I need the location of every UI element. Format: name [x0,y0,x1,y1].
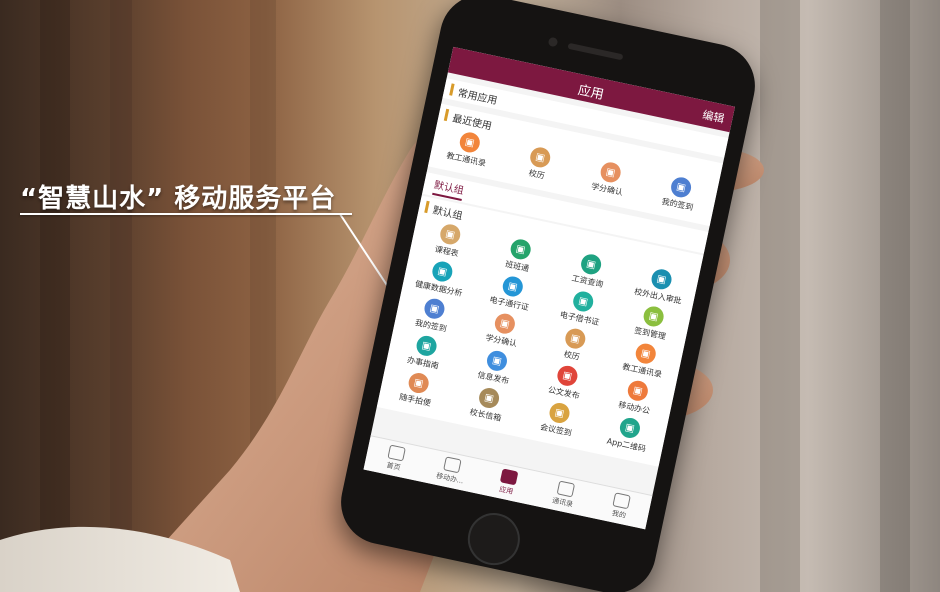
app-label: 学分确认 [590,181,624,198]
app-icon: ▣ [579,252,603,277]
app-label: 课程表 [433,244,460,259]
app-icon: ▣ [528,145,553,170]
app-icon: ▣ [500,274,525,299]
app-label: 校历 [562,349,581,362]
app-icon: ▣ [669,175,693,200]
app-icon: ▣ [649,267,674,292]
nav-icon [612,492,632,510]
app-label: 移动办公 [617,400,651,416]
nav-label: 移动办... [435,471,465,486]
app-label: 随手拍便 [398,392,432,408]
app-label: 我的签到 [660,196,695,213]
caption-underline [20,213,352,215]
app-label: 公文发布 [547,385,581,401]
app-icon: ▣ [641,304,666,329]
accent-bar [424,200,430,214]
app-label: 校长信箱 [468,407,503,423]
photo-scene: “智慧山水” 移动服务平台 应用 编辑 常用应用 最近使用 ▣ 教工通讯录 ▣ 校历 ▣… [0,0,940,592]
app-icon: ▣ [625,378,650,403]
caption-title: “智慧山水” 移动服务平台 [20,184,337,214]
section-title: 常用应用 [456,87,499,107]
nav-icon [499,468,519,486]
app-icon: ▣ [485,348,509,373]
app-label: 签到管理 [633,325,667,342]
app-label: 电子通行证 [488,295,530,313]
nav-icon [556,480,575,498]
nav-label: 我的 [611,509,627,520]
app-icon: ▣ [422,296,447,321]
app-icon: ▣ [618,416,642,440]
app-label: 校历 [527,168,546,181]
app-label: 办事指南 [406,355,440,371]
app-icon: ▣ [571,289,596,314]
app-icon: ▣ [406,371,431,395]
app-label: 教工通讯录 [445,150,487,169]
app-icon: ▣ [414,334,439,358]
nav-label: 应用 [498,485,514,496]
app-label: 我的签到 [414,318,448,334]
accent-bar [449,83,455,96]
app-label: 电子借书证 [559,310,601,328]
app-label: 信息发布 [476,370,510,386]
app-label: 教工通讯录 [621,362,663,380]
app-icon: ▣ [477,386,501,410]
app-icon: ▣ [563,326,588,351]
app-label: App二维码 [605,436,647,454]
nav-icon [387,444,406,462]
nav-label: 首页 [385,461,402,473]
app-label: 工资查询 [570,273,605,290]
app-icon: ▣ [430,259,455,284]
app-icon: ▣ [438,222,463,247]
nav-icon [443,456,463,474]
app-icon: ▣ [457,130,482,155]
app-icon: ▣ [493,311,517,336]
app-label: 学分确认 [484,333,518,349]
app-icon: ▣ [555,363,580,388]
tab-default-group[interactable]: 默认组 [432,175,466,201]
accent-bar [443,108,450,122]
app-icon: ▣ [598,160,623,185]
app-label: 班班通 [504,259,530,274]
app-label: 会议签到 [539,422,573,438]
app-icon: ▣ [633,341,658,366]
app-icon: ▣ [508,237,533,262]
nav-label: 通讯录 [551,496,574,509]
app-icon: ▣ [547,401,572,425]
